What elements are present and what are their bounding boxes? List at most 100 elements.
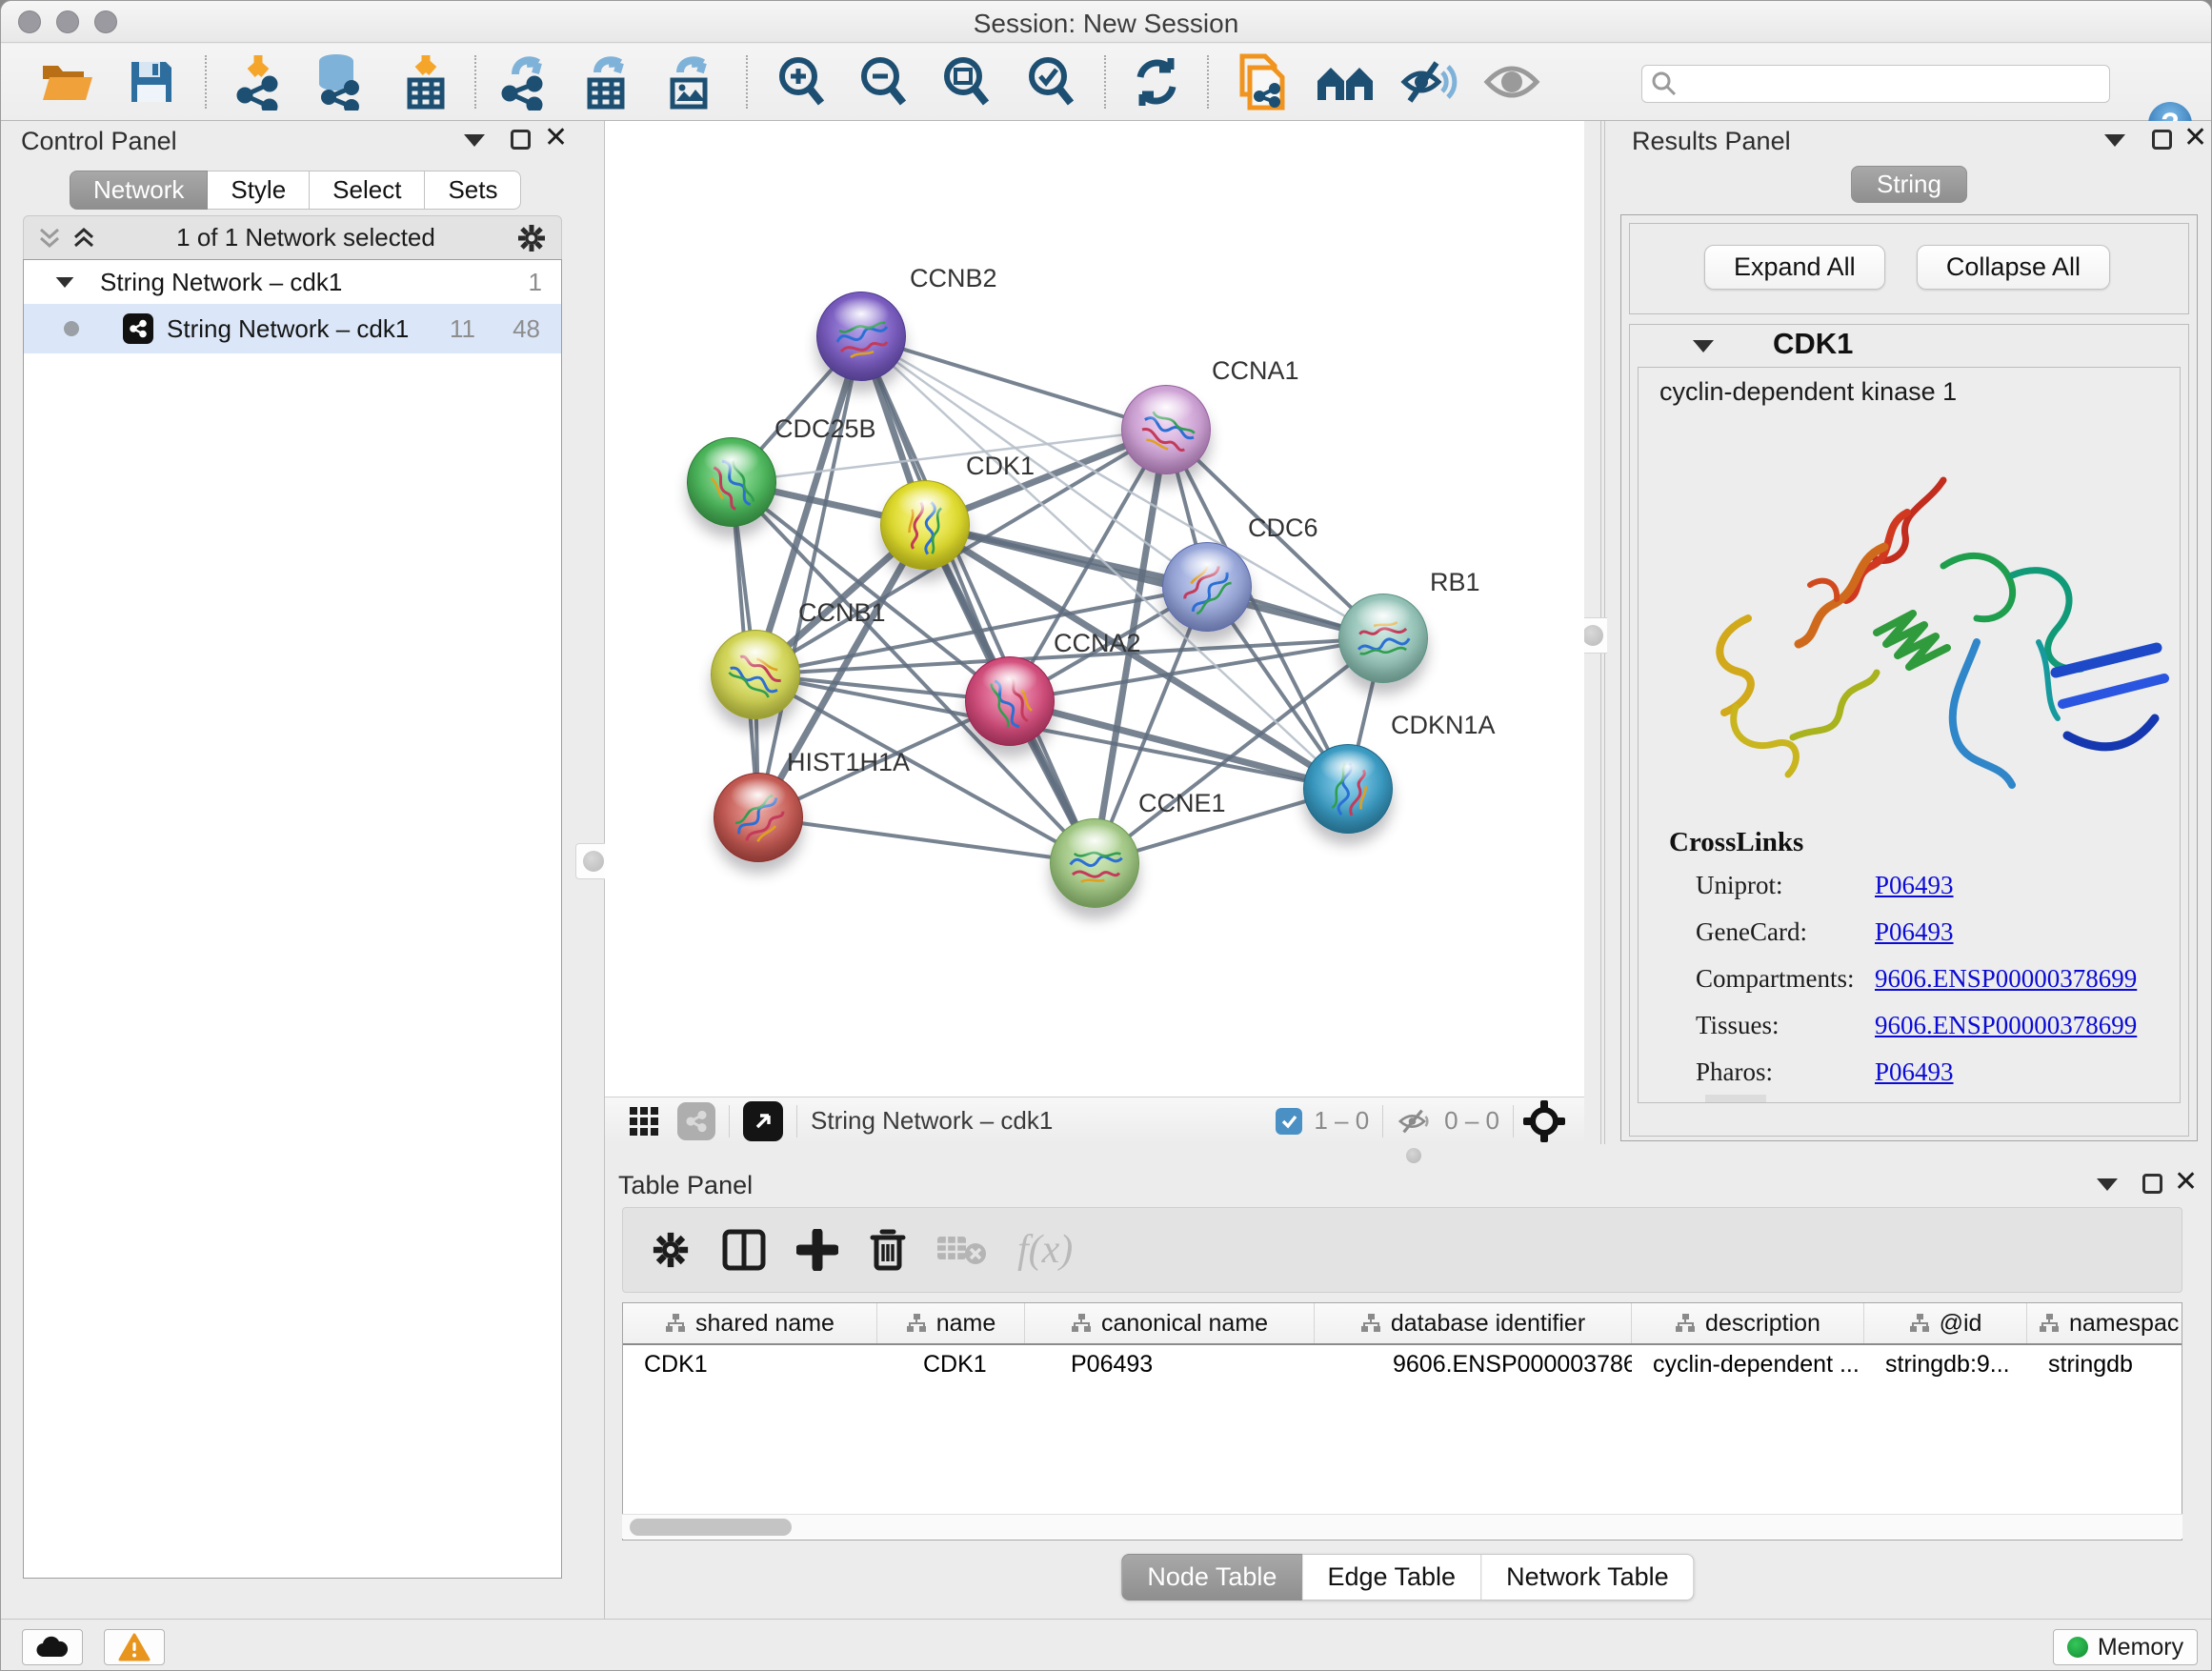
scrollbar-thumb[interactable]: [630, 1519, 792, 1536]
search-input[interactable]: [1686, 66, 2109, 102]
network-edge[interactable]: [861, 336, 1166, 430]
network-node-ccne1[interactable]: [1050, 818, 1139, 908]
network-share-view-icon[interactable]: [677, 1102, 715, 1140]
column-header-shared-name[interactable]: shared name: [623, 1303, 877, 1343]
hide-selected-button[interactable]: [1398, 50, 1460, 113]
network-node-ccna2[interactable]: [965, 656, 1055, 746]
save-session-button[interactable]: [120, 50, 183, 113]
warning-icon: [118, 1633, 151, 1661]
column-header-namespace[interactable]: namespac: [2027, 1303, 2182, 1343]
zoom-selected-button[interactable]: [1019, 50, 1082, 113]
network-edge-count: 48: [513, 314, 540, 344]
expand-all-icon[interactable]: [71, 226, 96, 251]
panel-close-icon[interactable]: ✕: [544, 128, 568, 151]
refresh-button[interactable]: [1125, 50, 1188, 113]
results-scrollbar[interactable]: [1705, 1095, 1766, 1102]
horizontal-splitter-handle[interactable]: [1406, 1148, 1421, 1163]
panel-close-icon[interactable]: ✕: [2183, 128, 2207, 151]
panel-float-icon[interactable]: [2104, 134, 2125, 151]
network-edge[interactable]: [861, 336, 1095, 863]
panel-float-icon[interactable]: [464, 134, 485, 151]
collapse-all-icon[interactable]: [37, 226, 62, 251]
delete-column-trash-icon[interactable]: [869, 1228, 907, 1272]
network-options-gear-icon[interactable]: [515, 222, 548, 254]
open-session-button[interactable]: [36, 50, 99, 113]
tab-network[interactable]: Network: [70, 171, 208, 210]
zoom-in-button[interactable]: [770, 50, 833, 113]
panel-float-icon[interactable]: [2097, 1178, 2118, 1196]
tab-network-table[interactable]: Network Table: [1481, 1554, 1695, 1601]
network-row[interactable]: String Network – cdk1 11 48: [24, 304, 561, 353]
cloud-status-button[interactable]: [22, 1629, 83, 1665]
crosslink-tissues-link[interactable]: 9606.ENSP00000378699: [1875, 1011, 2137, 1040]
export-network-button[interactable]: [493, 50, 555, 113]
table-horizontal-scrollbar[interactable]: [622, 1514, 2182, 1539]
import-network-from-database-button[interactable]: [307, 50, 370, 113]
zoom-out-button[interactable]: [852, 50, 915, 113]
crosslink-pharos-link[interactable]: P06493: [1875, 1057, 1954, 1087]
network-node-cdkn1a[interactable]: [1303, 744, 1393, 834]
network-node-ccnb1[interactable]: [711, 630, 800, 719]
panel-maximize-icon[interactable]: [2152, 130, 2172, 154]
memory-status-dot: [2067, 1637, 2088, 1658]
first-neighbors-button[interactable]: [1314, 50, 1377, 113]
annotations-button[interactable]: [1229, 50, 1292, 113]
tab-select[interactable]: Select: [310, 171, 425, 210]
tab-node-table[interactable]: Node Table: [1121, 1554, 1302, 1601]
import-table-from-file-button[interactable]: [394, 50, 457, 113]
network-node-hist1h1a[interactable]: [714, 773, 803, 862]
export-table-button[interactable]: [576, 50, 639, 113]
show-columns-icon[interactable]: [722, 1229, 766, 1271]
network-node-cdk1[interactable]: [880, 480, 970, 570]
show-all-button[interactable]: [1480, 50, 1543, 113]
create-column-plus-icon[interactable]: [796, 1229, 838, 1271]
crosslink-uniprot-link[interactable]: P06493: [1875, 871, 1954, 900]
collection-caret-icon[interactable]: [56, 276, 74, 287]
tab-style[interactable]: Style: [208, 171, 310, 210]
import-network-from-file-button[interactable]: [228, 50, 291, 113]
panel-close-icon[interactable]: ✕: [2174, 1172, 2198, 1196]
column-header-id[interactable]: @id: [1864, 1303, 2027, 1343]
collapse-all-button[interactable]: Collapse All: [1917, 245, 2110, 290]
crosslink-genecard-link[interactable]: P06493: [1875, 917, 1954, 947]
memory-button[interactable]: Memory: [2053, 1629, 2198, 1665]
network-node-cdc6[interactable]: [1162, 542, 1252, 632]
network-node-rb1[interactable]: [1338, 594, 1428, 683]
network-canvas[interactable]: CCNB2CCNA1CDC25BCDK1CDC6RB1CCNB1CCNA2CDK…: [605, 121, 1584, 1097]
selected-checkbox-icon[interactable]: [1276, 1108, 1302, 1135]
expand-all-button[interactable]: Expand All: [1704, 245, 1885, 290]
zoom-fit-button[interactable]: [935, 50, 997, 113]
gene-section: CDK1 cyclin-dependent kinase 1: [1629, 324, 2189, 1137]
network-collection-row[interactable]: String Network – cdk1 1: [24, 260, 561, 304]
export-image-button[interactable]: [659, 50, 722, 113]
grid-view-icon[interactable]: [628, 1105, 660, 1137]
left-splitter[interactable]: [584, 121, 605, 1621]
crosslink-compartments-link[interactable]: 9606.ENSP00000378699: [1875, 964, 2137, 994]
horizontal-splitter[interactable]: [605, 1144, 2211, 1165]
table-row[interactable]: CDK1 CDK1 P06493 9606.ENSP00000378699 cy…: [623, 1345, 2182, 1383]
network-node-ccna1[interactable]: [1121, 385, 1211, 474]
tab-sets[interactable]: Sets: [425, 171, 521, 210]
column-header-description[interactable]: description: [1632, 1303, 1864, 1343]
column-header-database-identifier[interactable]: database identifier: [1315, 1303, 1632, 1343]
tab-edge-table[interactable]: Edge Table: [1302, 1554, 1481, 1601]
network-edge[interactable]: [758, 336, 861, 817]
node-label-cdc25b: CDC25B: [774, 414, 876, 444]
table-options-gear-icon[interactable]: [650, 1229, 692, 1271]
tab-string[interactable]: String: [1851, 166, 1967, 203]
fit-selected-crosshair-icon[interactable]: [1523, 1100, 1565, 1142]
panel-maximize-icon[interactable]: [511, 130, 531, 154]
right-splitter[interactable]: [1584, 121, 1607, 1144]
panel-maximize-icon[interactable]: [2142, 1174, 2162, 1198]
control-panel: Control Panel ✕ NetworkStyleSelectSets 1…: [1, 121, 584, 1619]
network-edge[interactable]: [758, 817, 1095, 863]
warnings-button[interactable]: [104, 1629, 165, 1665]
gene-collapse-caret-icon[interactable]: [1693, 340, 1714, 352]
toolbar-separator: [474, 55, 476, 109]
column-header-name[interactable]: name: [877, 1303, 1025, 1343]
column-header-canonical-name[interactable]: canonical name: [1025, 1303, 1315, 1343]
network-node-ccnb2[interactable]: [816, 292, 906, 381]
network-node-cdc25b[interactable]: [687, 437, 776, 527]
node-label-cdkn1a: CDKN1A: [1391, 711, 1496, 740]
birds-eye-view-icon[interactable]: [743, 1101, 783, 1141]
